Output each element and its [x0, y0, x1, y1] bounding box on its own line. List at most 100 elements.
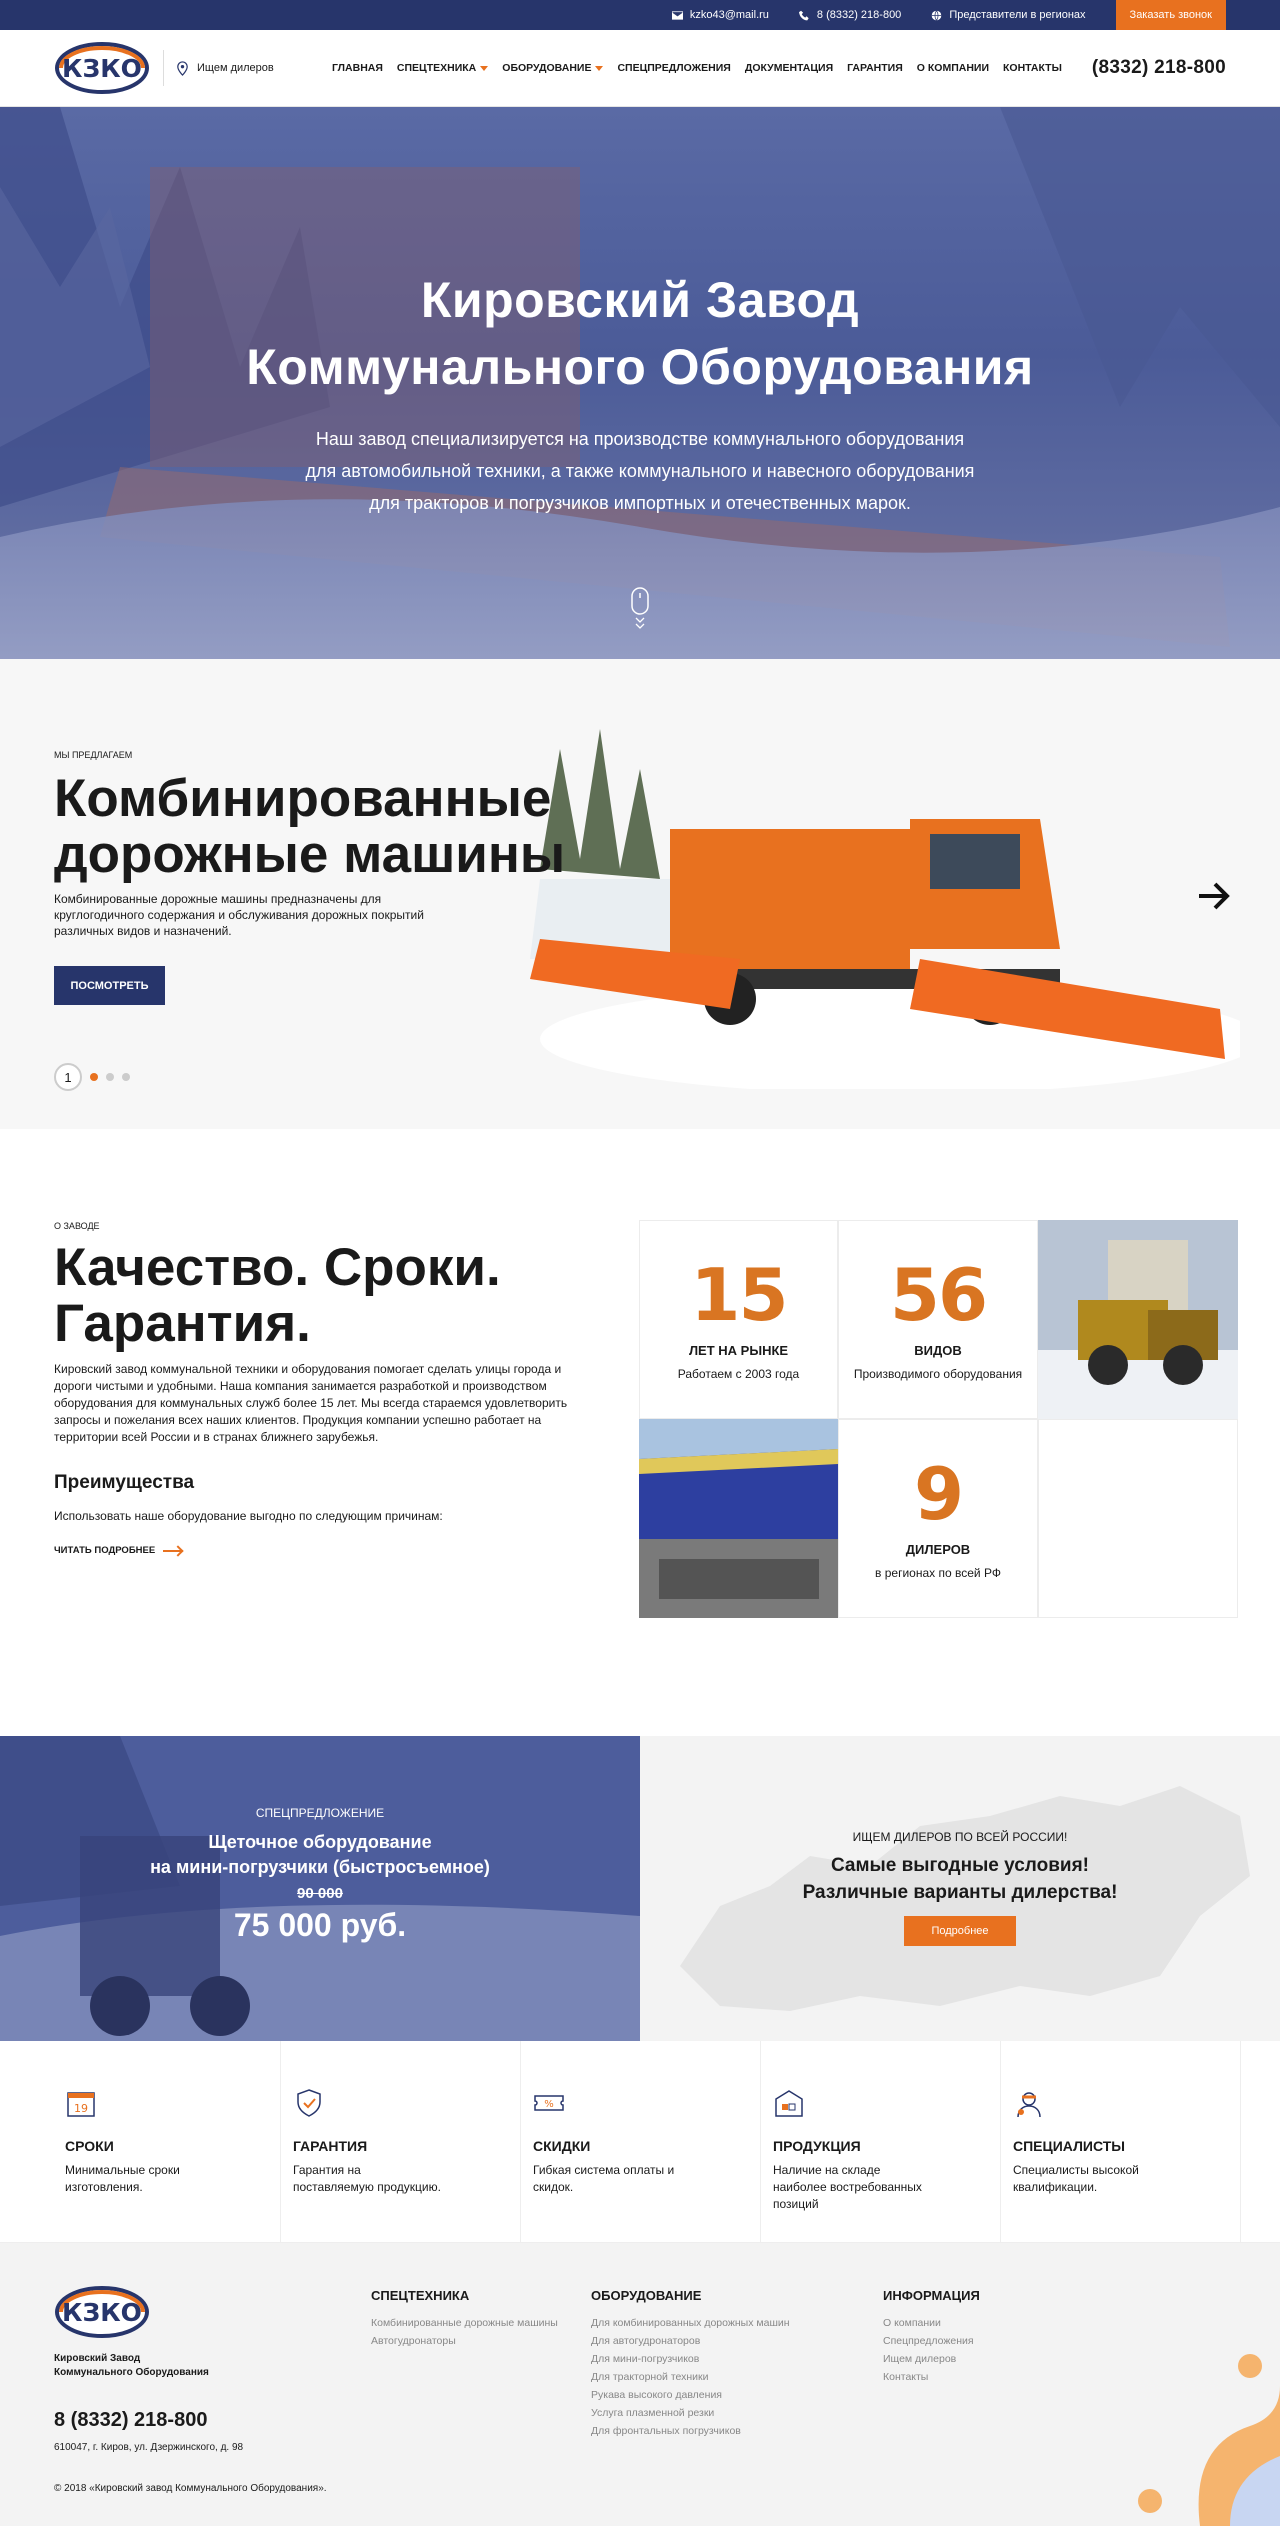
nav-item-documentation[interactable]: Документация [745, 62, 833, 74]
footer-link[interactable]: Услуга плазменной резки [591, 2404, 790, 2422]
caret-down-icon [595, 65, 604, 71]
nav-item-special-machinery[interactable]: Спецтехника [397, 62, 489, 74]
main-nav: Главная Спецтехника Оборудование Спецпре… [332, 62, 1062, 74]
advantages-text: Использовать наше оборудование выгодно п… [54, 1509, 443, 1523]
footer-company-name: Кировский Завод Коммунального Оборудовани… [54, 2353, 209, 2378]
feature-discounts: % Скидки Гибкая система оплаты и скидок. [521, 2041, 761, 2242]
hero-text: Наш завод специализируется на производст… [305, 429, 975, 513]
callback-button[interactable]: Заказать звонок [1115, 0, 1226, 30]
special-offer-banner[interactable]: Спецпредложение Щеточное оборудование на … [0, 1736, 640, 2041]
envelope-icon [671, 10, 683, 20]
stat-dealers: 9 Дилеров в регионах по всей РФ [838, 1419, 1038, 1618]
footer-logo[interactable]: КЗКО [55, 2283, 150, 2341]
footer-phone[interactable]: 8 (8332) 218-800 [54, 2409, 207, 2432]
footer-link[interactable]: Рукава высокого давления [591, 2386, 790, 2404]
hero-banner: Кировский Завод Коммунального Оборудовани… [0, 107, 1280, 659]
loader-photo [1038, 1220, 1238, 1419]
shield-check-icon [297, 2089, 321, 2117]
hero-title: Кировский Завод Коммунального Оборудовани… [246, 272, 1034, 395]
slider-dot-3[interactable] [122, 1073, 130, 1081]
feature-terms: 19 Сроки Минимальные сроки изготовления. [0, 2041, 281, 2242]
scroll-down-icon[interactable] [630, 587, 650, 631]
hero-content: Кировский Завод Коммунального Оборудовани… [0, 267, 1280, 519]
regions-link[interactable]: Представители в регионах [931, 9, 1086, 21]
footer-link[interactable]: Для тракторной техники [591, 2368, 790, 2386]
footer-link[interactable]: Ищем дилеров [883, 2350, 980, 2368]
decorative-shapes [1138, 2354, 1280, 2526]
footer-col-equipment: Оборудование Для комбинированных дорожны… [591, 2288, 790, 2440]
phone-icon [798, 10, 809, 20]
logo[interactable]: КЗКО [55, 39, 150, 97]
special-offer-content: Спецпредложение Щеточное оборудование на … [0, 1806, 640, 1944]
email-text: kzko43@mail.ru [689, 9, 769, 21]
feature-specialists: Специалисты Специалисты высокой квалифик… [1001, 2041, 1241, 2242]
features-strip: 19 Сроки Минимальные сроки изготовления.… [0, 2041, 1280, 2243]
stat-years: 15 Лет на рынке Работаем с 2003 года [639, 1220, 838, 1419]
discount-ticket-icon: % [534, 2095, 564, 2111]
globe-icon [932, 9, 942, 21]
advantages-title: Преимущества [54, 1472, 195, 1493]
site-footer: КЗКО Кировский Завод Коммунального Оборуд… [0, 2243, 1280, 2526]
footer-address: 610047, г. Киров, ул. Дзержинского, д. 9… [54, 2442, 244, 2453]
stats-grid: 15 Лет на рынке Работаем с 2003 года 56 … [639, 1220, 1238, 1618]
top-bar: kzko43@mail.ru 8 (8332) 218-800 Представ… [0, 0, 1280, 30]
map-pin-icon [177, 60, 188, 76]
footer-link[interactable]: Для мини-погрузчиков [591, 2350, 790, 2368]
regions-text: Представители в регионах [949, 9, 1086, 21]
svg-text:%: % [544, 2099, 554, 2110]
warehouse-icon [775, 2090, 803, 2117]
email-link[interactable]: kzko43@mail.ru [671, 9, 769, 21]
stat-types: 56 Видов Производимого оборудования [838, 1220, 1038, 1419]
dealer-title: Самые выгодные условия! Различные вариант… [802, 1855, 1118, 1903]
read-more-link[interactable]: Читать подробнее [54, 1545, 182, 1556]
svg-text:КЗКО: КЗКО [62, 2298, 142, 2327]
about-eyebrow: О заводе [54, 1221, 100, 1231]
footer-link[interactable]: Спецпредложения [883, 2332, 980, 2350]
slide-description: Комбинированные дорожные машины предназн… [54, 892, 424, 938]
slide-image-snowplow-truck [530, 729, 1240, 1089]
footer-link[interactable]: Для автогудронаторов [591, 2332, 790, 2350]
old-price: 90 000 [297, 1885, 343, 1902]
site-header: КЗКО Ищем дилеров Главная Спецтехника Об… [0, 30, 1280, 107]
slide-eyebrow: Мы предлагаем [54, 750, 133, 760]
dealer-details-button[interactable]: Подробнее [904, 1916, 1016, 1946]
worker-icon [1017, 2092, 1041, 2118]
footer-link[interactable]: Контакты [883, 2368, 980, 2386]
nav-item-contacts[interactable]: Контакты [1003, 62, 1062, 74]
about-title: Качество. Сроки. Гарантия. [54, 1238, 501, 1353]
special-offer-title: Щеточное оборудование на мини-погрузчики … [150, 1832, 490, 1877]
topbar-phone-link[interactable]: 8 (8332) 218-800 [798, 9, 901, 21]
copyright: © 2018 «Кировский завод Коммунального Об… [54, 2483, 327, 2494]
nav-item-home[interactable]: Главная [332, 62, 383, 74]
footer-col-machinery: Спецтехника Комбинированные дорожные маш… [371, 2288, 558, 2350]
nav-item-about[interactable]: О компании [917, 62, 989, 74]
warehouse-photo [639, 1419, 838, 1618]
nav-item-warranty[interactable]: Гарантия [847, 62, 903, 74]
calendar-icon: 19 [67, 2092, 95, 2117]
slider-dot-1[interactable] [90, 1073, 98, 1081]
footer-link[interactable]: Комбинированные дорожные машины [371, 2314, 558, 2332]
dealer-recruit-banner: ИЩЕМ ДИЛЕРОВ ПО ВСЕЙ РОССИИ! Самые выгод… [640, 1736, 1280, 2041]
slide-number: 1 [54, 1063, 82, 1091]
footer-link[interactable]: Для комбинированных дорожных машин [591, 2314, 790, 2332]
feature-products: Продукция Наличие на складе наиболее вос… [761, 2041, 1001, 2242]
nav-item-equipment[interactable]: Оборудование [502, 62, 604, 74]
arrow-right-icon[interactable] [1197, 881, 1231, 911]
caret-down-icon [480, 65, 489, 71]
product-slider: Мы предлагаем Комбинированные дорожные м… [0, 659, 1280, 1129]
logo-icon: КЗКО [55, 42, 149, 94]
slider-dot-2[interactable] [106, 1073, 114, 1081]
feature-warranty: Гарантия Гарантия на поставляемую продук… [281, 2041, 521, 2242]
view-button[interactable]: Посмотреть [54, 966, 165, 1005]
footer-link[interactable]: Автогудронаторы [371, 2332, 558, 2350]
dealer-search-link[interactable]: Ищем дилеров [163, 50, 274, 86]
nav-item-special-offers[interactable]: Спецпредложения [617, 62, 730, 74]
about-section: О заводе Качество. Сроки. Гарантия. Киро… [0, 1129, 1280, 1736]
new-price: 75 000 руб. [233, 1907, 407, 1943]
footer-link[interactable]: Для фронтальных погрузчиков [591, 2422, 790, 2440]
footer-link[interactable]: О компании [883, 2314, 980, 2332]
promo-section: Спецпредложение Щеточное оборудование на … [0, 1736, 1280, 2041]
special-offer-eyebrow: Спецпредложение [255, 1806, 385, 1820]
svg-text:19: 19 [74, 2102, 88, 2115]
header-phone[interactable]: (8332) 218-800 [1092, 57, 1226, 79]
